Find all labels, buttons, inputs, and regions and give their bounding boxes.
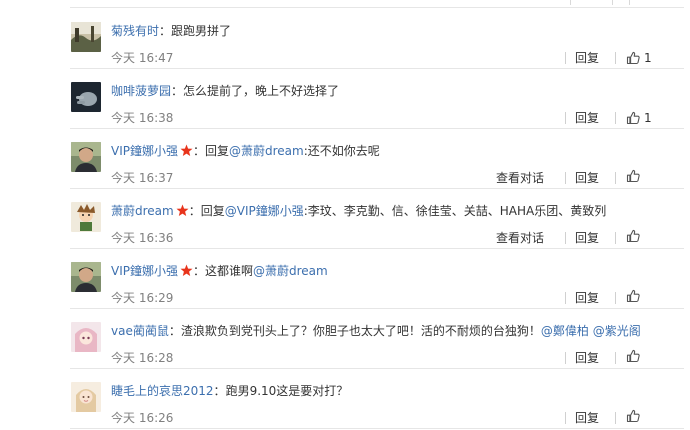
- vip-star-icon: [180, 144, 193, 160]
- comment-item: 菊残有时：跟跑男拼了 今天 16:47 回复 1: [0, 9, 690, 69]
- reply-link[interactable]: 回复: [565, 410, 599, 426]
- username-link[interactable]: VIP鐘娜小强: [111, 264, 178, 278]
- reply-link[interactable]: 回复: [565, 350, 599, 366]
- comment-prefix: ：: [159, 24, 172, 38]
- avatar[interactable]: [71, 382, 101, 412]
- reply-link[interactable]: 回复: [565, 110, 599, 126]
- comment-line: vae蔺蔺鼠：渣浪欺负到党刊头上了？你胆子也太大了吧！活的不耐烦的台独狗！@鄭偉…: [111, 322, 680, 340]
- reply-link[interactable]: 回复: [565, 290, 599, 306]
- thumbs-up-icon: [626, 111, 640, 125]
- thumbs-up-icon: [626, 409, 640, 423]
- man-avatar: [71, 262, 101, 292]
- avatar[interactable]: [71, 22, 101, 52]
- vip-star-icon: [176, 204, 189, 220]
- reply-to-link[interactable]: @萧蔚dream: [253, 264, 328, 278]
- comment-prefix: ：: [171, 84, 184, 98]
- reply-to-link[interactable]: @VIP鐘娜小强: [225, 204, 304, 218]
- thumbs-up-icon: [626, 51, 640, 65]
- comment-item: vae蔺蔺鼠：渣浪欺负到党刊头上了？你胆子也太大了吧！活的不耐烦的台独狗！@鄭偉…: [0, 309, 690, 369]
- mention-link[interactable]: @紫光阁: [593, 324, 641, 338]
- timestamp: 今天 16:47: [111, 51, 174, 65]
- comment-text: 跟跑男拼了: [171, 24, 232, 38]
- avatar[interactable]: [71, 262, 101, 292]
- avatar[interactable]: [71, 322, 101, 352]
- username-link[interactable]: 菊残有时: [111, 24, 159, 38]
- like-button[interactable]: [615, 229, 640, 247]
- timestamp: 今天 16:37: [111, 171, 174, 185]
- thumbs-up-icon: [626, 229, 640, 243]
- reply-text: :李玟、李克勤、信、徐佳莹、关喆、HAHA乐团、黄致列: [303, 204, 607, 218]
- comment-item: 咖啡菠萝园：怎么提前了，晚上不好选择了 今天 16:38 回复 1: [0, 69, 690, 129]
- anime-avatar: [71, 322, 101, 352]
- landscape-avatar: [71, 22, 101, 52]
- comment-line: 菊残有时：跟跑男拼了: [111, 22, 680, 40]
- like-button[interactable]: 1: [615, 109, 652, 127]
- mention-list: @鄭偉柏 @紫光阁: [541, 324, 641, 338]
- girl-avatar: [71, 382, 101, 412]
- timestamp: 今天 16:38: [111, 111, 174, 125]
- comment-text: 跑男9.10这是要对打？: [225, 384, 349, 398]
- like-button[interactable]: 1: [615, 49, 652, 67]
- like-count: 1: [644, 111, 652, 125]
- view-conversation-link[interactable]: 查看对话: [496, 230, 544, 246]
- thumbs-up-icon: [626, 349, 640, 363]
- username-link[interactable]: 咖啡菠萝园: [111, 84, 171, 98]
- comment-prefix: ：这都谁啊: [193, 264, 254, 278]
- comment-list: 菊残有时：跟跑男拼了 今天 16:47 回复 1 咖啡菠萝园：怎么提前了，晚上不…: [0, 0, 690, 430]
- comment-text: 渣浪欺负到党刊头上了？你胆子也太大了吧！活的不耐烦的台独狗！: [180, 324, 541, 338]
- like-button[interactable]: [615, 169, 640, 187]
- comment-item: VIP鐘娜小强 ：这都谁啊@萧蔚dream 今天 16:29 回复: [0, 249, 690, 309]
- view-conversation-link[interactable]: 查看对话: [496, 170, 544, 186]
- comment-prefix: ：回复: [188, 204, 225, 218]
- vip-star-icon: [180, 264, 193, 280]
- comment-item: 萧蔚dream ：回复@VIP鐘娜小强:李玟、李克勤、信、徐佳莹、关喆、HAHA乐…: [0, 189, 690, 249]
- username-link[interactable]: vae蔺蔺鼠: [111, 324, 169, 338]
- comment-line: 萧蔚dream ：回复@VIP鐘娜小强:李玟、李克勤、信、徐佳莹、关喆、HAHA乐…: [111, 202, 680, 220]
- thumbs-up-icon: [626, 289, 640, 303]
- hand-avatar: [71, 82, 101, 112]
- username-link[interactable]: 睫毛上的哀思2012: [111, 384, 214, 398]
- like-count: 1: [644, 51, 652, 65]
- comment-line: 咖啡菠萝园：怎么提前了，晚上不好选择了: [111, 82, 680, 100]
- avatar[interactable]: [71, 142, 101, 172]
- reply-to-link[interactable]: @萧蔚dream: [229, 144, 304, 158]
- username-link[interactable]: 萧蔚dream: [111, 204, 174, 218]
- thumbs-up-icon: [626, 169, 640, 183]
- like-button[interactable]: [615, 289, 640, 307]
- timestamp: 今天 16:36: [111, 231, 174, 245]
- comment-prefix: ：: [168, 324, 181, 338]
- man-avatar: [71, 142, 101, 172]
- reply-link[interactable]: 回复: [565, 170, 599, 186]
- timestamp: 今天 16:26: [111, 411, 174, 425]
- cartoon-avatar: [71, 202, 101, 232]
- mention-link[interactable]: @鄭偉柏: [541, 324, 589, 338]
- avatar[interactable]: [71, 202, 101, 232]
- comment-text: 怎么提前了，晚上不好选择了: [183, 84, 340, 98]
- reply-link[interactable]: 回复: [565, 230, 599, 246]
- comment-item: 睫毛上的哀思2012：跑男9.10这是要对打？ 今天 16:26 回复: [0, 369, 690, 429]
- comment-item: VIP鐘娜小强 ：回复@萧蔚dream:还不如你去呢 今天 16:37 查看对话 …: [0, 129, 690, 189]
- comment-prefix: ：回复: [193, 144, 230, 158]
- comment-line: 睫毛上的哀思2012：跑男9.10这是要对打？: [111, 382, 680, 400]
- like-button[interactable]: [615, 349, 640, 367]
- divider: [70, 428, 684, 429]
- avatar[interactable]: [71, 82, 101, 112]
- timestamp: 今天 16:29: [111, 291, 174, 305]
- timestamp: 今天 16:28: [111, 351, 174, 365]
- comment-line: VIP鐘娜小强 ：这都谁啊@萧蔚dream: [111, 262, 680, 280]
- comment-line: VIP鐘娜小强 ：回复@萧蔚dream:还不如你去呢: [111, 142, 680, 160]
- username-link[interactable]: VIP鐘娜小强: [111, 144, 178, 158]
- like-button[interactable]: [615, 409, 640, 427]
- comment-prefix: ：: [213, 384, 226, 398]
- reply-link[interactable]: 回复: [565, 50, 599, 66]
- reply-text: :还不如你去呢: [303, 144, 380, 158]
- top-divider: [0, 0, 690, 9]
